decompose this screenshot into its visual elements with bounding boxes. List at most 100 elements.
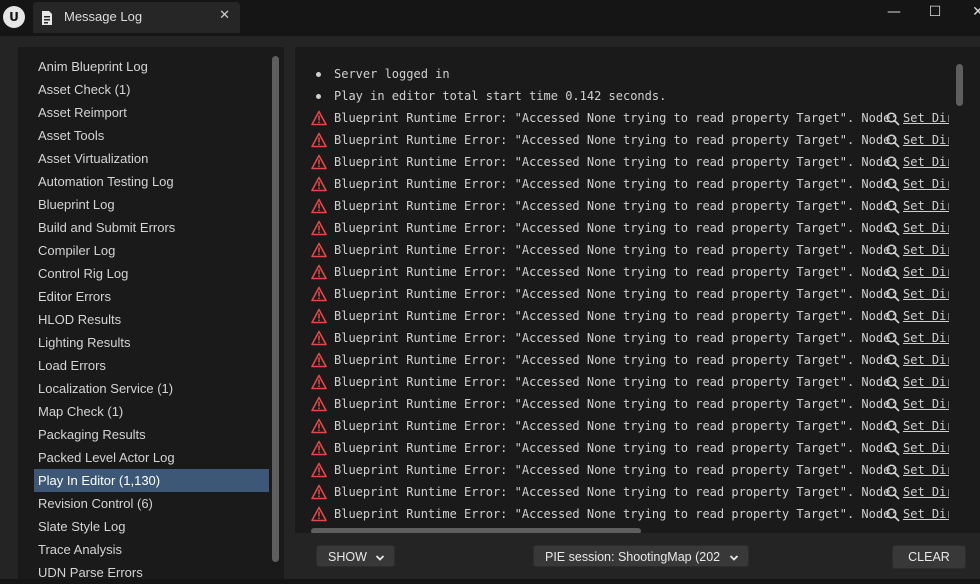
clear-button[interactable]: CLEAR bbox=[892, 545, 966, 569]
maximize-button[interactable]: ☐ bbox=[920, 1, 950, 23]
node-link[interactable]: Set Dir bbox=[886, 217, 949, 239]
magnifier-icon bbox=[886, 397, 900, 412]
category-item[interactable]: Revision Control (6) bbox=[34, 492, 269, 515]
category-item[interactable]: Editor Errors bbox=[34, 285, 269, 308]
node-link-text[interactable]: Set Dir bbox=[903, 485, 949, 499]
error-warning-icon bbox=[311, 440, 327, 456]
node-link-text[interactable]: Set Dir bbox=[903, 331, 949, 345]
category-item[interactable]: Slate Style Log bbox=[34, 515, 269, 538]
tab-close-icon[interactable]: ✕ bbox=[219, 8, 230, 23]
log-row: Blueprint Runtime Error: "Accessed None … bbox=[309, 239, 949, 261]
node-link[interactable]: Set Dir bbox=[886, 371, 949, 393]
node-link-text[interactable]: Set Dir bbox=[903, 397, 949, 411]
magnifier-icon bbox=[886, 155, 900, 170]
category-item[interactable]: Packed Level Actor Log bbox=[34, 446, 269, 469]
node-link[interactable]: Set Dir bbox=[886, 459, 949, 481]
category-scrollbar[interactable] bbox=[272, 56, 279, 562]
node-link-text[interactable]: Set Dir bbox=[903, 419, 949, 433]
session-select[interactable]: PIE session: ShootingMap (202 bbox=[533, 545, 749, 567]
node-link[interactable]: Set Dir bbox=[886, 107, 949, 129]
minimize-button[interactable]: — bbox=[879, 1, 909, 23]
node-link-text[interactable]: Set Dir bbox=[903, 111, 949, 125]
category-item[interactable]: Asset Tools bbox=[34, 124, 269, 147]
category-item[interactable]: Lighting Results bbox=[34, 331, 269, 354]
node-link-text[interactable]: Set Dir bbox=[903, 243, 949, 257]
category-item[interactable]: Anim Blueprint Log bbox=[34, 55, 269, 78]
category-list: Anim Blueprint Log Asset Check (1) Asset R… bbox=[34, 55, 269, 584]
category-item[interactable]: Blueprint Log bbox=[34, 193, 269, 216]
node-link[interactable]: Set Dir bbox=[886, 239, 949, 261]
node-link-text[interactable]: Set Dir bbox=[903, 309, 949, 323]
node-link-text[interactable]: Set Dir bbox=[903, 507, 949, 521]
bullet-icon bbox=[316, 94, 321, 99]
node-link-text[interactable]: Set Dir bbox=[903, 287, 949, 301]
category-item[interactable]: Asset Virtualization bbox=[34, 147, 269, 170]
log-row: Blueprint Runtime Error: "Accessed None … bbox=[309, 151, 949, 173]
tab-message-log[interactable]: Message Log ✕ bbox=[33, 2, 240, 33]
node-link-text[interactable]: Set Dir bbox=[903, 441, 949, 455]
log-toolbar: SHOW PIE session: ShootingMap (202 CLEAR bbox=[295, 533, 980, 579]
bullet-icon bbox=[316, 72, 321, 77]
log-row: Blueprint Runtime Error: "Accessed None … bbox=[309, 371, 949, 393]
node-link[interactable]: Set Dir bbox=[886, 151, 949, 173]
title-bar: U Message Log ✕ — ☐ ✕ bbox=[0, 0, 980, 36]
log-message: Blueprint Runtime Error: "Accessed None … bbox=[334, 485, 898, 499]
node-link[interactable]: Set Dir bbox=[886, 283, 949, 305]
log-message: Blueprint Runtime Error: "Accessed None … bbox=[334, 243, 898, 257]
node-link-text[interactable]: Set Dir bbox=[903, 353, 949, 367]
category-item[interactable]: Automation Testing Log bbox=[34, 170, 269, 193]
error-warning-icon bbox=[311, 506, 327, 522]
category-item[interactable]: UDN Parse Errors bbox=[34, 561, 269, 584]
node-link-text[interactable]: Set Dir bbox=[903, 221, 949, 235]
category-item[interactable]: Packaging Results bbox=[34, 423, 269, 446]
node-link-text[interactable]: Set Dir bbox=[903, 265, 949, 279]
category-item[interactable]: Build and Submit Errors bbox=[34, 216, 269, 239]
magnifier-icon bbox=[886, 309, 900, 324]
node-link[interactable]: Set Dir bbox=[886, 327, 949, 349]
magnifier-icon bbox=[886, 441, 900, 456]
category-item[interactable]: Asset Reimport bbox=[34, 101, 269, 124]
category-item[interactable]: Load Errors bbox=[34, 354, 269, 377]
node-link-text[interactable]: Set Dir bbox=[903, 177, 949, 191]
node-link-text[interactable]: Set Dir bbox=[903, 375, 949, 389]
node-link[interactable]: Set Dir bbox=[886, 261, 949, 283]
node-link-text[interactable]: Set Dir bbox=[903, 155, 949, 169]
category-item[interactable]: Localization Service (1) bbox=[34, 377, 269, 400]
category-item[interactable]: Map Check (1) bbox=[34, 400, 269, 423]
node-link[interactable]: Set Dir bbox=[886, 481, 949, 503]
log-message: Blueprint Runtime Error: "Accessed None … bbox=[334, 463, 898, 477]
log-row: Blueprint Runtime Error: "Accessed None … bbox=[309, 459, 949, 481]
log-message: Blueprint Runtime Error: "Accessed None … bbox=[334, 309, 898, 323]
category-item[interactable]: Trace Analysis bbox=[34, 538, 269, 561]
node-link[interactable]: Set Dir bbox=[886, 393, 949, 415]
magnifier-icon bbox=[886, 177, 900, 192]
category-item[interactable]: Control Rig Log bbox=[34, 262, 269, 285]
node-link-text[interactable]: Set Dir bbox=[903, 199, 949, 213]
magnifier-icon bbox=[886, 507, 900, 522]
log-message: Blueprint Runtime Error: "Accessed None … bbox=[334, 375, 898, 389]
node-link[interactable]: Set Dir bbox=[886, 129, 949, 151]
log-message: Blueprint Runtime Error: "Accessed None … bbox=[334, 507, 898, 521]
node-link-text[interactable]: Set Dir bbox=[903, 133, 949, 147]
node-link[interactable]: Set Dir bbox=[886, 503, 949, 523]
show-filter-button[interactable]: SHOW bbox=[316, 545, 395, 567]
session-label: PIE session: ShootingMap (202 bbox=[545, 550, 721, 564]
category-item[interactable]: Compiler Log bbox=[34, 239, 269, 262]
document-icon bbox=[42, 11, 52, 25]
node-link[interactable]: Set Dir bbox=[886, 349, 949, 371]
log-message: Blueprint Runtime Error: "Accessed None … bbox=[334, 199, 898, 213]
category-item[interactable]: Asset Check (1) bbox=[34, 78, 269, 101]
close-window-button[interactable]: ✕ bbox=[963, 1, 980, 23]
magnifier-icon bbox=[886, 419, 900, 434]
magnifier-icon bbox=[886, 287, 900, 302]
category-item[interactable]: HLOD Results bbox=[34, 308, 269, 331]
node-link[interactable]: Set Dir bbox=[886, 415, 949, 437]
category-item[interactable]: Play In Editor (1,130) bbox=[34, 469, 269, 492]
node-link-text[interactable]: Set Dir bbox=[903, 463, 949, 477]
node-link[interactable]: Set Dir bbox=[886, 173, 949, 195]
node-link[interactable]: Set Dir bbox=[886, 195, 949, 217]
error-warning-icon bbox=[311, 418, 327, 434]
log-vertical-scrollbar[interactable] bbox=[956, 64, 963, 106]
node-link[interactable]: Set Dir bbox=[886, 437, 949, 459]
node-link[interactable]: Set Dir bbox=[886, 305, 949, 327]
